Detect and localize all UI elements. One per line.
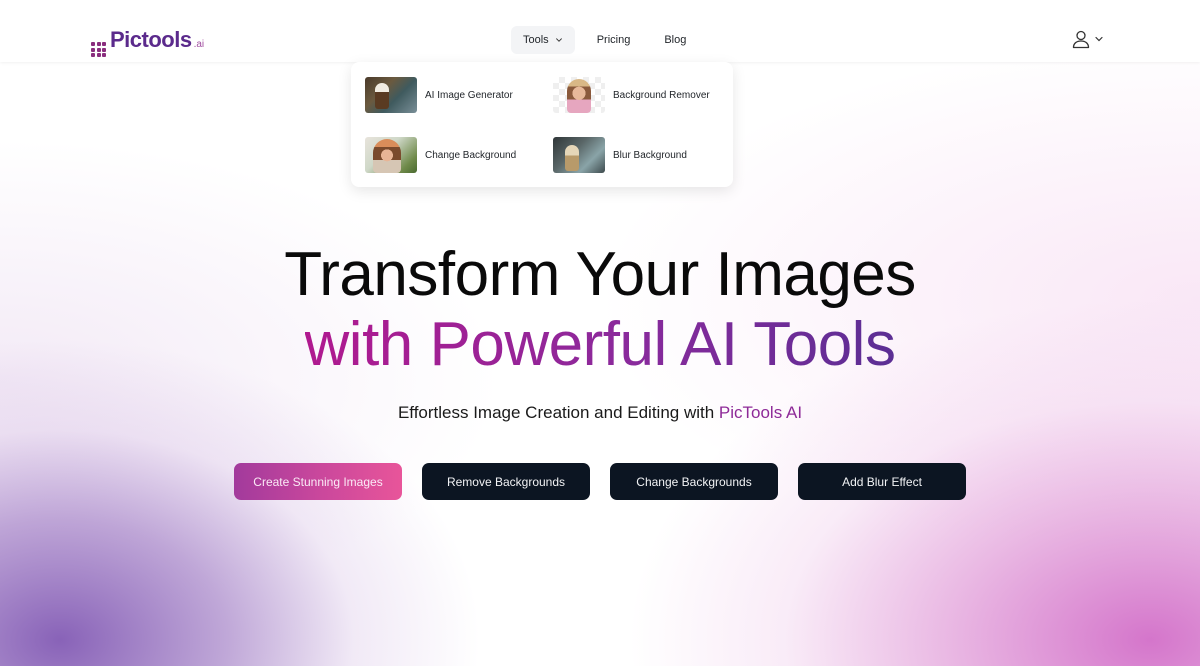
menu-item-label: Background Remover xyxy=(613,89,710,101)
logo[interactable]: Pictools .ai xyxy=(91,29,204,58)
remove-backgrounds-button[interactable]: Remove Backgrounds xyxy=(422,463,590,500)
woman-transparent-bg-thumbnail xyxy=(553,77,605,113)
logo-text: Pictools xyxy=(110,27,192,52)
menu-item-label: Change Background xyxy=(425,149,517,161)
nav-pricing[interactable]: Pricing xyxy=(585,26,643,54)
nav-blog-label: Blog xyxy=(664,34,687,46)
menu-item-blur-background[interactable]: Blur Background xyxy=(553,136,687,174)
nav-pricing-label: Pricing xyxy=(596,34,631,46)
menu-item-ai-image-generator[interactable]: AI Image Generator xyxy=(365,76,513,114)
chevron-down-icon xyxy=(1095,36,1103,42)
menu-item-change-background[interactable]: Change Background xyxy=(365,136,516,174)
user-icon xyxy=(1072,30,1090,49)
top-navbar: Pictools .ai Tools Pricing Blog xyxy=(0,0,1200,62)
menu-item-background-remover[interactable]: Background Remover xyxy=(553,76,710,114)
hero-subtitle: Effortless Image Creation and Editing wi… xyxy=(0,403,1200,423)
chevron-down-icon xyxy=(555,38,562,42)
hero-title-line2: with Powerful AI Tools xyxy=(304,310,896,379)
change-backgrounds-button[interactable]: Change Backgrounds xyxy=(610,463,778,500)
cta-button-row: Create Stunning Images Remove Background… xyxy=(234,463,966,500)
logo-suffix: .ai xyxy=(193,39,205,50)
hero-title: Transform Your Images with Powerful AI T… xyxy=(0,240,1200,380)
meerkat-blur-thumbnail xyxy=(553,137,605,173)
subtitle-brand: PicTools AI xyxy=(718,403,803,422)
user-menu-button[interactable] xyxy=(1071,29,1104,49)
nav-tools[interactable]: Tools xyxy=(511,26,575,54)
menu-item-label: Blur Background xyxy=(613,149,687,161)
logo-grid-icon xyxy=(91,42,106,57)
woman-hat-garden-thumbnail xyxy=(365,137,417,173)
menu-item-label: AI Image Generator xyxy=(425,89,513,101)
eagle-landscape-thumbnail xyxy=(365,77,417,113)
main-nav: Tools Pricing Blog xyxy=(511,26,698,54)
nav-blog[interactable]: Blog xyxy=(652,26,698,54)
hero-title-line1: Transform Your Images xyxy=(284,240,916,309)
add-blur-effect-button[interactable]: Add Blur Effect xyxy=(798,463,966,500)
create-stunning-images-button[interactable]: Create Stunning Images xyxy=(234,463,402,500)
nav-tools-label: Tools xyxy=(523,34,549,46)
subtitle-text: Effortless Image Creation and Editing wi… xyxy=(397,403,719,422)
tools-dropdown-menu: AI Image Generator Background Remover Ch… xyxy=(351,62,733,187)
